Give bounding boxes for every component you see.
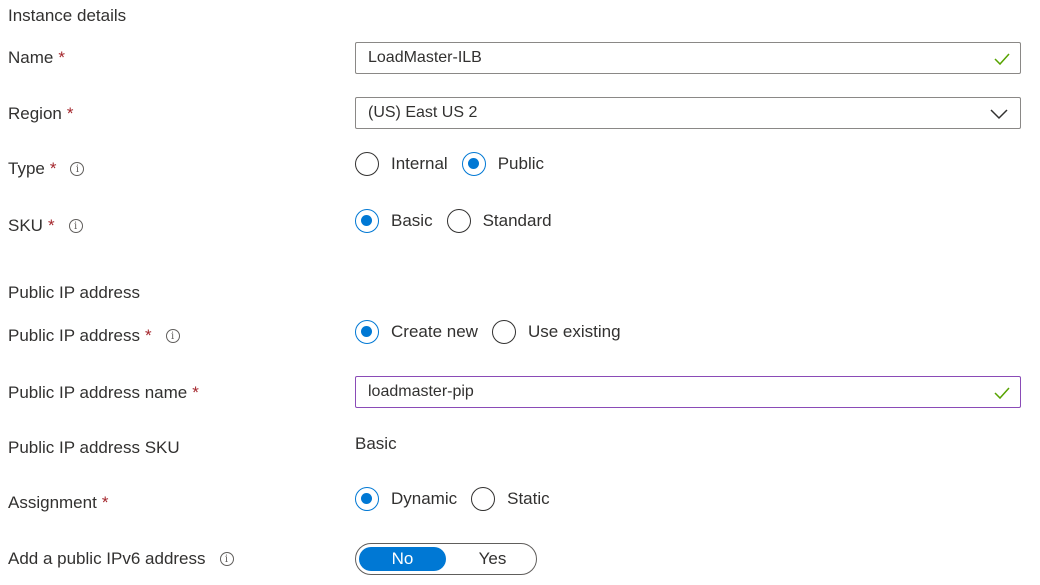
info-icon[interactable]: i bbox=[219, 552, 234, 566]
sku-option-basic[interactable]: Basic bbox=[355, 209, 433, 233]
sku-option-standard[interactable]: Standard bbox=[446, 209, 552, 233]
region-select[interactable]: (US) East US 2 bbox=[355, 97, 1021, 129]
ipv6-toggle[interactable]: No Yes bbox=[355, 543, 537, 575]
public-ip-sku-label: Public IP address SKU bbox=[8, 438, 180, 458]
radio-label: Dynamic bbox=[391, 489, 458, 508]
public-ip-sku-value: Basic bbox=[355, 434, 397, 453]
required-marker: * bbox=[47, 216, 55, 235]
checkmark-icon bbox=[994, 387, 1010, 400]
region-select-value[interactable]: (US) East US 2 bbox=[368, 104, 477, 122]
sku-label: SKU * i bbox=[8, 216, 83, 236]
assignment-label: Assignment * bbox=[8, 493, 108, 513]
public-ip-name-input[interactable]: loadmaster-pip bbox=[355, 376, 1021, 408]
type-label-text: Type bbox=[8, 159, 45, 178]
assignment-label-text: Assignment bbox=[8, 493, 97, 512]
name-input-value[interactable]: LoadMaster-ILB bbox=[368, 49, 482, 67]
radio-circle-selected[interactable] bbox=[355, 487, 379, 511]
public-ip-label-text: Public IP address bbox=[8, 326, 140, 345]
radio-circle-selected[interactable] bbox=[355, 209, 379, 233]
radio-label: Internal bbox=[391, 154, 448, 173]
public-ip-name-label: Public IP address name * bbox=[8, 383, 199, 403]
required-marker: * bbox=[144, 326, 152, 345]
type-label: Type * i bbox=[8, 159, 85, 179]
toggle-option-no[interactable]: No bbox=[359, 547, 446, 571]
public-ip-option-create-new[interactable]: Create new bbox=[355, 320, 478, 344]
radio-circle-selected[interactable] bbox=[461, 152, 486, 176]
public-ip-label: Public IP address * i bbox=[8, 326, 180, 346]
required-marker: * bbox=[192, 383, 199, 402]
toggle-option-yes[interactable]: Yes bbox=[449, 544, 536, 574]
info-icon[interactable]: i bbox=[68, 219, 83, 233]
public-ip-radio-group: Create new Use existing bbox=[355, 320, 635, 344]
radio-label: Public bbox=[497, 154, 545, 173]
radio-circle[interactable] bbox=[491, 320, 516, 344]
radio-label: Standard bbox=[482, 211, 552, 230]
required-marker: * bbox=[58, 48, 65, 67]
name-label-text: Name bbox=[8, 48, 54, 67]
public-ip-sku-label-text: Public IP address SKU bbox=[8, 438, 180, 457]
radio-label: Static bbox=[507, 489, 550, 508]
info-icon[interactable]: i bbox=[165, 329, 180, 343]
type-radio-group: Internal Public bbox=[355, 152, 558, 176]
type-option-internal[interactable]: Internal bbox=[355, 152, 448, 176]
region-label-text: Region bbox=[8, 104, 62, 123]
name-label: Name * bbox=[8, 48, 65, 68]
assignment-option-static[interactable]: Static bbox=[471, 487, 550, 511]
radio-circle[interactable] bbox=[446, 209, 471, 233]
section-instance-details: Instance details bbox=[8, 6, 127, 25]
public-ip-option-use-existing[interactable]: Use existing bbox=[491, 320, 621, 344]
radio-label: Create new bbox=[391, 322, 478, 341]
type-option-public[interactable]: Public bbox=[461, 152, 545, 176]
assignment-radio-group: Dynamic Static bbox=[355, 487, 564, 511]
info-icon[interactable]: i bbox=[70, 162, 85, 176]
checkmark-icon bbox=[994, 53, 1010, 66]
sku-label-text: SKU bbox=[8, 216, 43, 235]
public-ip-name-label-text: Public IP address name bbox=[8, 383, 188, 402]
radio-label: Use existing bbox=[527, 322, 621, 341]
public-ip-name-input-value[interactable]: loadmaster-pip bbox=[368, 383, 474, 401]
ipv6-label-text: Add a public IPv6 address bbox=[8, 549, 206, 568]
region-label: Region * bbox=[8, 104, 74, 124]
radio-circle[interactable] bbox=[471, 487, 496, 511]
required-marker: * bbox=[101, 493, 109, 512]
chevron-down-icon[interactable] bbox=[990, 106, 1008, 122]
required-marker: * bbox=[66, 104, 74, 123]
name-input[interactable]: LoadMaster-ILB bbox=[355, 42, 1021, 74]
sku-radio-group: Basic Standard bbox=[355, 209, 566, 233]
ipv6-label: Add a public IPv6 address i bbox=[8, 549, 234, 569]
assignment-option-dynamic[interactable]: Dynamic bbox=[355, 487, 457, 511]
radio-circle[interactable] bbox=[355, 152, 379, 176]
required-marker: * bbox=[49, 159, 57, 178]
radio-label: Basic bbox=[391, 211, 433, 230]
section-public-ip: Public IP address bbox=[8, 283, 140, 302]
radio-circle-selected[interactable] bbox=[355, 320, 379, 344]
